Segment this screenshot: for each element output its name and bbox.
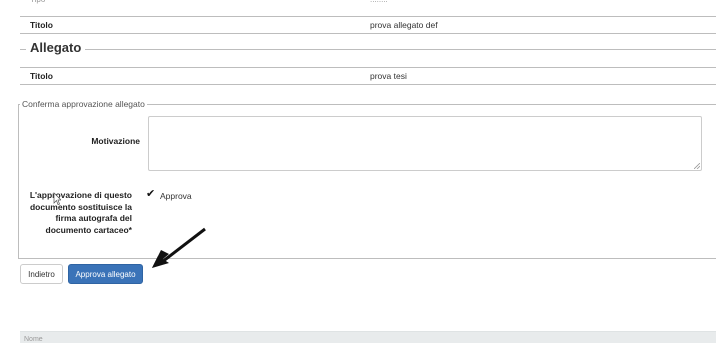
resize-grip-icon[interactable] xyxy=(694,163,700,169)
row-value-partial: ........ xyxy=(370,0,388,4)
signature-label: L'approvazione di questo documento sosti… xyxy=(29,190,132,235)
reason-textarea[interactable] xyxy=(148,116,702,171)
attachment-section-title: Allegato xyxy=(26,40,86,55)
back-button[interactable]: Indietro xyxy=(20,264,63,284)
approve-checkbox-label[interactable]: Approva xyxy=(160,191,192,201)
mouse-cursor-icon xyxy=(53,192,61,205)
table-header-bar: Nome xyxy=(20,331,716,343)
checkmark-icon[interactable]: ✔ xyxy=(146,187,155,200)
document-title-label: Titolo xyxy=(30,20,53,30)
attachment-section-divider xyxy=(20,49,716,50)
annotation-arrow-icon xyxy=(152,227,206,268)
document-top-row-partial: Tipo ........ xyxy=(20,0,716,17)
reason-label: Motivazione xyxy=(91,136,140,146)
attachment-title-row: Titolo prova tesi xyxy=(20,67,716,85)
attachment-title-label: Titolo xyxy=(30,71,53,81)
approval-legend: Conferma approvazione allegato xyxy=(20,99,147,109)
row-label-partial: Tipo xyxy=(30,0,45,4)
approve-attachment-button[interactable]: Approva allegato xyxy=(68,264,143,284)
attachment-title-value: prova tesi xyxy=(370,71,407,81)
document-title-value: prova allegato def xyxy=(370,20,438,30)
document-title-row: Titolo prova allegato def xyxy=(20,17,716,34)
